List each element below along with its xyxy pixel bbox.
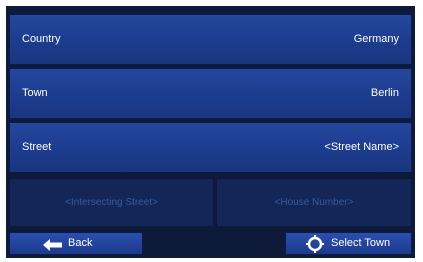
country-row[interactable]: Country Germany	[9, 14, 412, 65]
town-row[interactable]: Town Berlin	[9, 68, 412, 119]
address-entry-screen: Country Germany Town Berlin Street <Stre…	[6, 6, 415, 258]
street-value: <Street Name>	[324, 141, 399, 153]
select-town-label: Select Town	[331, 237, 391, 249]
country-label: Country	[22, 33, 61, 45]
town-value: Berlin	[370, 87, 399, 99]
street-label: Street	[22, 141, 52, 153]
intersecting-street-field: <Intersecting Street>	[9, 178, 214, 227]
select-town-button[interactable]: Select Town	[285, 232, 412, 255]
crosshair-target-icon	[306, 235, 324, 261]
back-label: Back	[68, 237, 93, 249]
town-label: Town	[22, 87, 48, 99]
arrow-left-icon	[43, 238, 63, 259]
country-value: Germany	[353, 33, 399, 45]
street-row[interactable]: Street <Street Name>	[9, 122, 412, 173]
intersecting-street-placeholder: <Intersecting Street>	[65, 197, 158, 208]
back-button[interactable]: Back	[9, 232, 143, 255]
house-number-field: <House Number>	[216, 178, 412, 227]
house-number-placeholder: <House Number>	[274, 197, 354, 208]
